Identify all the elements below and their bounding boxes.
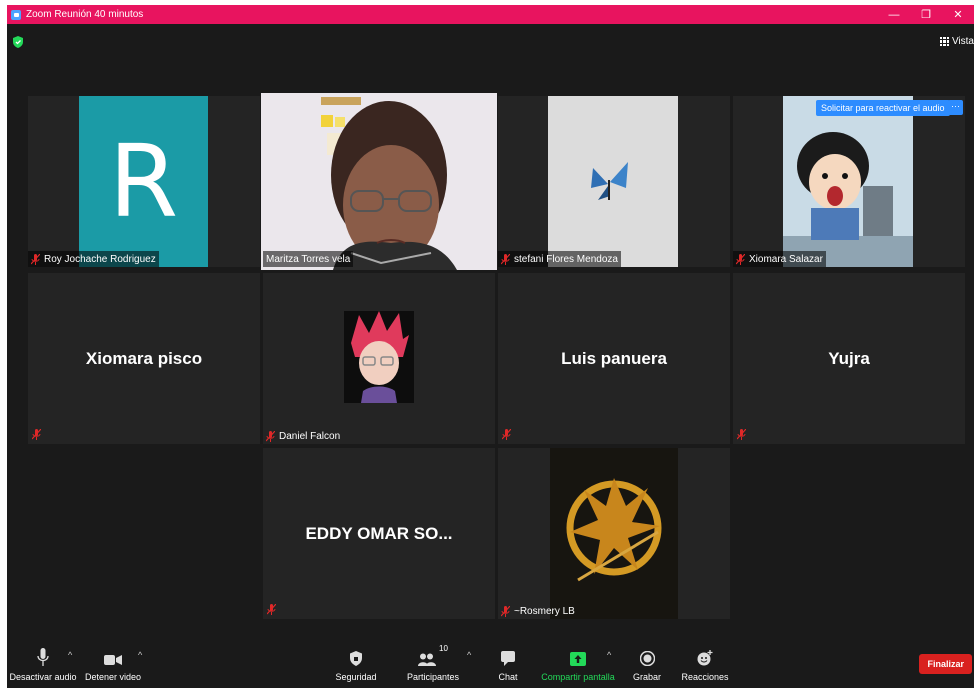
- video-camera-icon: [104, 655, 122, 665]
- participant-name: ~Rosmery LB: [514, 605, 575, 617]
- participant-nametag: Daniel Falcon: [263, 428, 343, 444]
- window-title: Zoom Reunión 40 minutos: [26, 9, 144, 20]
- participant-nametag: Xiomara Salazar: [733, 251, 826, 267]
- participant-tile-roy[interactable]: R Roy Jochache Rodriguez: [28, 96, 260, 267]
- participants-icon: [418, 653, 437, 666]
- mic-muted-icon: [32, 429, 41, 440]
- participant-display-name: EDDY OMAR SO...: [305, 523, 453, 543]
- meeting-toolbar: Desactivar audio ^ Detener video ^ Segur…: [7, 636, 974, 688]
- security-button[interactable]: Seguridad: [331, 636, 381, 688]
- tile-more-options-button[interactable]: ···: [948, 100, 963, 115]
- participant-display-name: Xiomara pisco: [85, 348, 203, 368]
- mockingjay-pin-image: [550, 448, 678, 619]
- participant-tile-daniel[interactable]: Daniel Falcon: [263, 273, 495, 444]
- mic-muted-icon: [502, 429, 511, 440]
- stop-video-label: Detener video: [84, 672, 142, 682]
- chat-button[interactable]: Chat: [493, 636, 523, 688]
- zoom-logo-icon: [11, 9, 21, 20]
- participant-tile-luis[interactable]: Luis panuera: [498, 273, 730, 444]
- avatar: R: [79, 96, 208, 267]
- share-options-caret[interactable]: ^: [607, 650, 611, 660]
- participant-name: Roy Jochache Rodriguez: [44, 253, 156, 265]
- participant-name: Maritza Torres vela: [266, 253, 351, 265]
- security-shield-icon[interactable]: [13, 36, 23, 48]
- mic-muted-icon: [736, 253, 745, 265]
- view-button[interactable]: Vista: [939, 36, 974, 47]
- participants-options-caret[interactable]: ^: [467, 650, 471, 660]
- stop-video-button[interactable]: Detener video: [83, 636, 143, 688]
- participant-name: Xiomara Salazar: [749, 253, 823, 265]
- record-label: Grabar: [632, 672, 661, 682]
- window-titlebar: Zoom Reunión 40 minutos — ❐ ✕: [7, 5, 974, 24]
- participants-count: 10: [439, 644, 448, 653]
- participant-name: stefani Flores Mendoza: [514, 253, 618, 265]
- mute-audio-button[interactable]: Desactivar audio: [9, 636, 77, 688]
- chat-label: Chat: [498, 672, 518, 682]
- avatar-initial: R: [108, 123, 179, 240]
- view-label: Vista: [951, 36, 974, 47]
- mic-muted-icon: [267, 604, 276, 615]
- participant-tile-stefani[interactable]: stefani Flores Mendoza: [498, 96, 730, 267]
- participant-avatar-image: [344, 311, 414, 403]
- record-icon: [639, 651, 655, 666]
- participant-tile-xiomara-salazar[interactable]: Xiomara Salazar: [733, 96, 965, 267]
- participant-nametag: Maritza Torres vela: [263, 251, 354, 267]
- participant-display-name: Luis panuera: [561, 348, 667, 368]
- reactions-button[interactable]: Reacciones: [677, 636, 733, 688]
- record-button[interactable]: Grabar: [627, 636, 667, 688]
- grid-view-icon: [939, 37, 949, 46]
- mic-muted-icon: [501, 605, 510, 617]
- participant-video: [548, 96, 678, 267]
- share-screen-label: Compartir pantalla: [541, 672, 615, 682]
- share-screen-icon: [570, 652, 586, 666]
- participants-label: Participantes: [406, 672, 460, 682]
- participant-tile-xiomara-pisco[interactable]: Xiomara pisco: [28, 273, 260, 444]
- participant-video: [783, 96, 913, 267]
- participant-tile-yujra[interactable]: Yujra: [733, 273, 965, 444]
- participant-tile-maritza[interactable]: Maritza Torres vela: [261, 93, 497, 270]
- minimize-button[interactable]: —: [878, 9, 910, 21]
- close-button[interactable]: ✕: [942, 8, 974, 21]
- participant-tile-rosmery[interactable]: ~Rosmery LB: [498, 448, 730, 619]
- shield-icon: [350, 651, 362, 666]
- mute-audio-label: Desactivar audio: [9, 672, 77, 682]
- participants-button[interactable]: 10 Participantes: [403, 636, 463, 688]
- video-options-caret[interactable]: ^: [138, 650, 142, 660]
- end-meeting-button[interactable]: Finalizar: [919, 654, 972, 674]
- reactions-label: Reacciones: [681, 672, 729, 682]
- mic-muted-icon: [266, 430, 275, 442]
- mic-muted-icon: [501, 253, 510, 265]
- participant-nametag: ~Rosmery LB: [498, 603, 578, 619]
- share-screen-button[interactable]: Compartir pantalla: [541, 636, 615, 688]
- security-label: Seguridad: [335, 672, 377, 682]
- participant-video: [261, 93, 497, 270]
- meeting-window: Vista R Roy Jochache Rodriguez Maritza T…: [7, 24, 974, 688]
- participant-nametag: stefani Flores Mendoza: [498, 251, 621, 267]
- audio-options-caret[interactable]: ^: [68, 650, 72, 660]
- restore-button[interactable]: ❐: [910, 8, 942, 21]
- participant-nametag: Roy Jochache Rodriguez: [28, 251, 159, 267]
- smiley-icon: [697, 650, 713, 666]
- request-unmute-button[interactable]: Solicitar para reactivar el audio: [816, 100, 950, 116]
- participant-display-name: Yujra: [828, 348, 870, 368]
- chat-bubble-icon: [501, 651, 515, 666]
- microphone-icon: [37, 648, 49, 666]
- mic-muted-icon: [31, 253, 40, 265]
- mic-muted-icon: [737, 429, 746, 440]
- participant-name: Daniel Falcon: [279, 430, 341, 442]
- participant-tile-eddy[interactable]: EDDY OMAR SO...: [263, 448, 495, 619]
